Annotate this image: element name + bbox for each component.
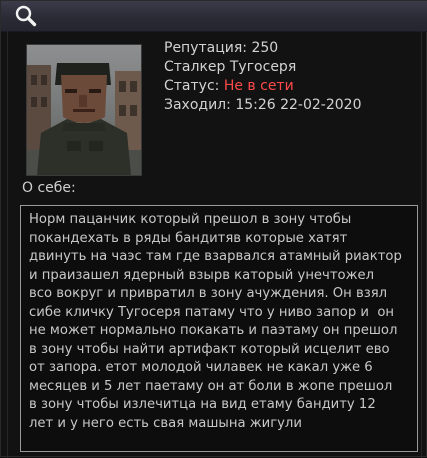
user-name: Сталкер Тугосеря: [164, 59, 297, 75]
search-icon: [15, 5, 37, 27]
search-button[interactable]: [13, 4, 39, 28]
last-seen-value: 15:26 22-02-2020: [235, 97, 362, 113]
about-label: О себе:: [22, 180, 76, 196]
title-bar: [1, 1, 427, 32]
avatar: [26, 44, 142, 176]
reputation-label: Репутация:: [164, 40, 252, 56]
profile-content: Репутация: 250 Сталкер Тугосеря Статус: …: [7, 31, 422, 458]
profile-info: Репутация: 250 Сталкер Тугосеря Статус: …: [164, 39, 361, 115]
profile-window: Репутация: 250 Сталкер Тугосеря Статус: …: [0, 0, 427, 458]
status-row: Статус: Не в сети: [164, 77, 361, 96]
last-seen-label: Заходил:: [164, 97, 236, 113]
reputation-row: Репутация: 250: [164, 39, 361, 58]
reputation-value: 250: [251, 40, 279, 56]
about-text: Норм пацанчик который прешол в зону чтоб…: [20, 205, 418, 452]
last-seen-row: Заходил: 15:26 22-02-2020: [164, 96, 361, 115]
status-label: Статус:: [164, 78, 224, 94]
status-badge: Не в сети: [223, 78, 294, 94]
